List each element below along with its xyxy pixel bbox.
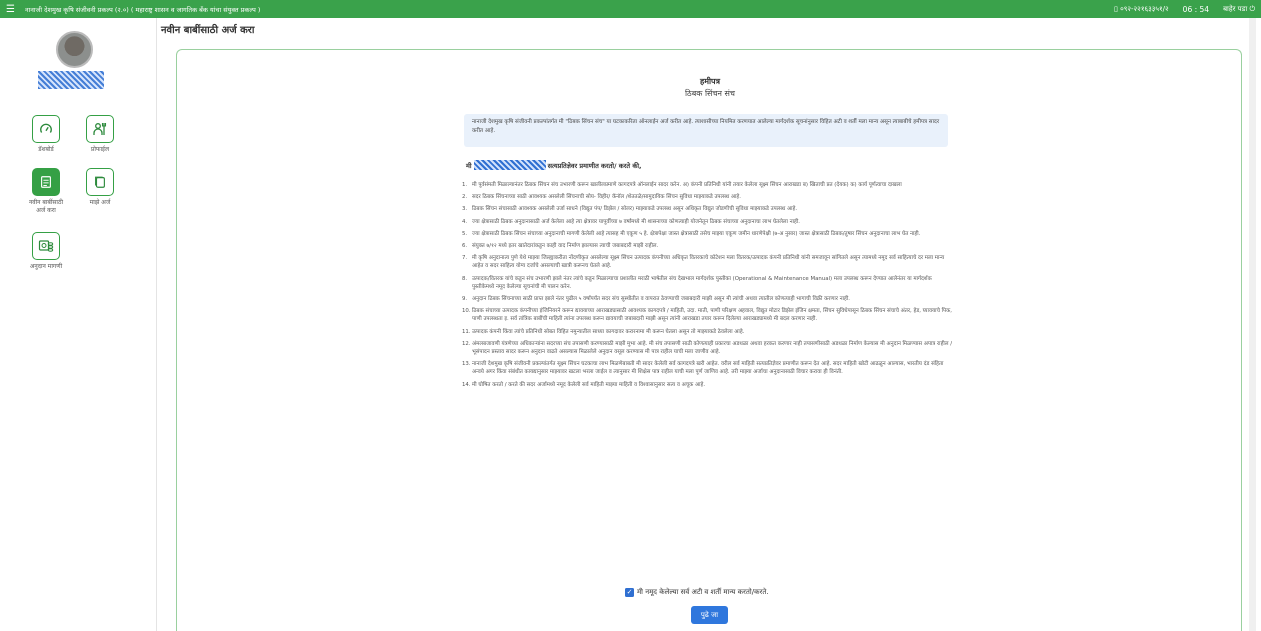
documents-icon (86, 168, 114, 196)
sidebar-item-my-applications[interactable]: माझे अर्ज (80, 168, 120, 207)
gauge-icon (32, 115, 60, 143)
sidebar-item-new-application[interactable]: नवीन बाबींसाठी अर्ज करा (26, 168, 66, 215)
terms-list: 1. मी पूर्वसंमती मिळाल्यानंतर ठिबक सिंचन … (462, 181, 952, 393)
top-bar: ☰ नानाजी देशमुख कृषि संजीवनी प्रकल्प (२.… (0, 0, 1261, 18)
hamburger-menu-icon[interactable]: ☰ (6, 4, 15, 15)
terms-item: 3. ठिबक सिंचन संचासाठी आवश्यक असलेली उर्ज… (462, 206, 798, 213)
terms-item: 13. नानाजी देशमुख कृषि संजीवनी प्रकल्पांत… (462, 361, 944, 376)
terms-item: 4. ज्या क्षेत्रासाठी ठिबक अनुदानासाठी अर्… (462, 218, 800, 225)
helpline-number: ▯ ०९२-२२१६३३५१/२ (1114, 4, 1169, 13)
terms-item: 9. अनुदान ठिबक सिंचनाच्या साठी प्राप्त झा… (462, 296, 851, 303)
undertaking-card: हमीपत्र ठिबक सिंचन संच नानाजी देशमुख कृष… (176, 49, 1242, 631)
terms-item: 5. ज्या क्षेत्रासाठी ठिबक सिंचन संचाच्या … (462, 230, 921, 237)
terms-item: 12. अंमलबजावणी यंत्रणेच्या अधिकाऱ्यांना स… (462, 340, 953, 356)
applicant-name-redacted (473, 160, 546, 170)
sidebar-item-dashboard[interactable]: डॅशबोर्ड (26, 115, 66, 154)
power-icon: ⏻ (1249, 4, 1255, 13)
page-scrollbar[interactable] (1249, 18, 1256, 631)
terms-item: 7. मी कृषि अनुदानात्य पुणे येथे माझ्या जि… (462, 255, 945, 270)
terms-item: 11. उत्पादक कंपनी किंवा त्यांचे प्रतिनिधी… (462, 328, 745, 335)
app-title: नानाजी देशमुख कृषि संजीवनी प्रकल्प (२.०)… (24, 5, 261, 14)
agree-label: मी नमूद केलेल्या सर्व अटी व शर्ती मान्य … (637, 588, 769, 596)
next-button[interactable]: पुढे जा (691, 606, 728, 624)
document-subheading: ठिबक सिंचन संच (684, 89, 735, 98)
session-timer: 06 : 54 (1182, 4, 1210, 14)
intro-note: नानाजी देशमुख कृषि संजीवनी प्रकल्पांतर्ग… (464, 114, 948, 147)
terms-item: 1. मी पूर्वसंमती मिळाल्यानंतर ठिबक सिंचन … (462, 182, 902, 188)
sidebar-item-profile[interactable]: प्रोफाईल (80, 115, 120, 154)
sidebar: डॅशबोर्ड प्रोफाईल नवीन बाबींसाठी अर्ज कर… (0, 18, 157, 631)
terms-item: 2. सदर ठिबक सिंचनाच्या साठी आवश्यक असलेली… (462, 194, 741, 201)
application-form-icon (32, 168, 60, 196)
user-name-redacted (38, 71, 104, 89)
document-heading: हमीपत्र (699, 77, 721, 86)
farmer-profile-icon (86, 115, 114, 143)
declaration-line: मी सत्यप्रतिज्ञेवर प्रमाणीत करतो/ करते क… (466, 160, 642, 170)
avatar (56, 31, 93, 68)
terms-item: 8. उत्पादक/वितरक यांचे कडून संच उभारणी झा… (462, 275, 932, 290)
agree-checkbox-row[interactable]: ✓ मी नमूद केलेल्या सर्व अटी व शर्ती मान्… (625, 588, 769, 597)
subsidy-money-icon (32, 232, 60, 260)
terms-item: 10. ठिबक संचाच्या उत्पादक कंपनीच्या इंजिन… (462, 308, 952, 323)
terms-item: 6. संयुक्त ७/१२ मध्ये इतर खातेदारांकडून क… (462, 243, 659, 250)
page-title: नवीन बाबींसाठी अर्ज करा (161, 25, 255, 36)
logout-button[interactable]: बाहेर पडा ⏻ (1223, 5, 1255, 14)
agree-checkbox[interactable]: ✓ (625, 588, 634, 597)
terms-item: 14. मी घोषित करतो / करते की सदर अर्जामध्य… (462, 381, 706, 388)
sidebar-item-subsidy-claim[interactable]: अनुदान मागणी (26, 232, 66, 271)
